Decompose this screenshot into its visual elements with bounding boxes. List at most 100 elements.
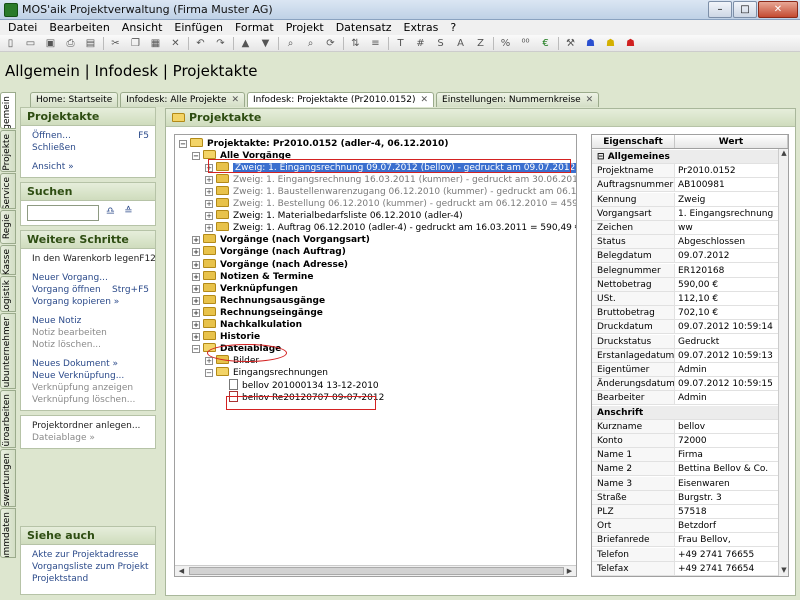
tree-node[interactable]: + Zweig: 1. Bestellung 06.12.2010 (kummer… [205,198,576,210]
scroll-thumb[interactable] [189,567,564,575]
menu-item-8[interactable]: Extras [398,21,445,34]
scroll-left-icon[interactable]: ◀ [176,566,187,576]
property-row[interactable]: Änderungsdatum 09.07.2012 10:59:15 [592,377,778,392]
tree-node[interactable]: − Dateiablage [192,342,281,355]
sidebar-link[interactable]: In den Warenkorb legen F12 [32,253,156,265]
see-also-link[interactable]: Projektstand [32,573,149,585]
0-0-icon[interactable]: ⁰⁰ [518,37,533,50]
tree-node[interactable]: + Zweig: 1. Auftrag 06.12.2010 (adler-4) … [205,222,576,234]
expand-icon[interactable]: + [205,200,213,209]
property-row[interactable]: Kurzname bellov [592,419,778,434]
vtab-subunternehmer[interactable]: Subunternehmer [0,313,16,389]
property-row[interactable]: Erstanlagedatum 09.07.2012 10:59:13 [592,348,778,363]
expand-icon[interactable]: + [192,272,200,281]
property-grid[interactable]: Eigenschaft Wert ⊟ Allgemeines Projektnam… [591,134,789,577]
expand-icon[interactable]: + [205,356,213,365]
z-icon[interactable]: Z [473,37,488,50]
sidebar-link[interactable]: Neues Dokument » [32,358,149,370]
a-icon[interactable]: A [453,37,468,50]
property-row[interactable]: Straße Burgstr. 3 [592,490,778,505]
sidebar-link[interactable]: Öffnen... F5 [32,130,149,142]
property-row[interactable]: Name 1 Firma [592,448,778,463]
cut-icon[interactable]: ✂ [108,37,123,50]
binoculars-icon[interactable]: ♎ [103,206,118,220]
property-row[interactable]: Druckdatum 09.07.2012 10:59:14 [592,320,778,335]
search-icon[interactable]: ⌕ [303,37,318,50]
tab-4[interactable]: Einstellungen: Nummernkreise ✕ [436,92,600,107]
expand-icon[interactable]: + [192,260,200,269]
tree-node[interactable]: + Zweig: 1. Eingangsrechnung 09.07.2012 (… [205,162,576,174]
see-also-link[interactable]: Vorgangsliste zum Projekt [32,561,149,573]
print-icon[interactable]: ⎙ [63,37,78,50]
tab-3[interactable]: Infodesk: Projektakte (Pr2010.0152) ✕ [247,92,435,107]
search-input[interactable] [27,205,99,221]
property-row[interactable]: USt. 112,10 € [592,292,778,306]
expand-icon[interactable]: + [192,236,200,245]
sidebar-link[interactable]: Neuer Vorgang... [32,272,149,284]
tree-node[interactable]: + Historie [192,330,260,343]
tree-horizontal-scrollbar[interactable]: ◀ ▶ [175,565,576,576]
property-row[interactable]: Nettobetrag 590,00 € [592,277,778,292]
vtab-service[interactable]: Service [0,173,16,209]
see-also-link[interactable]: Akte zur Projektadresse [32,549,149,561]
tree-node[interactable]: + Zweig: 1. Baustellenwarenzugang 06.12.2… [205,186,576,198]
expand-icon[interactable]: + [205,212,213,221]
tree-node[interactable]: + Vorgänge (nach Auftrag) [192,246,346,258]
down-icon[interactable]: ▼ [258,37,273,50]
sidebar-link[interactable]: Vorgang öffnen Strg+F5 [32,284,149,296]
close-window-button[interactable]: ✕ [758,1,798,18]
expand-icon[interactable]: + [192,320,200,329]
collapse-icon[interactable]: ⊟ [597,152,608,162]
tab-1[interactable]: Home: Startseite [30,92,119,107]
scroll-up-icon[interactable]: ▲ [779,149,788,159]
user-blue-icon[interactable]: ☗ [583,37,598,50]
property-category[interactable]: Anschrift [592,405,778,420]
expand-icon[interactable]: + [205,176,213,185]
vtab-projekte[interactable]: Projekte [0,130,16,172]
list-icon[interactable]: ≡ [368,37,383,50]
property-row[interactable]: Telefax +49 2741 76654 [592,561,778,576]
collapse-icon[interactable]: − [192,152,200,161]
collapse-icon[interactable]: − [179,140,187,148]
expand-icon[interactable]: + [192,308,200,317]
tab-close-icon[interactable]: ✕ [586,93,594,107]
--icon[interactable]: % [498,37,513,50]
sidebar-link[interactable]: Schließen [32,142,149,154]
collapse-icon[interactable]: − [192,344,200,353]
sidebar-link[interactable]: Vorgang kopieren » [32,296,149,308]
property-row[interactable]: Belegdatum 09.07.2012 [592,249,778,264]
tree-node[interactable]: + Vorgänge (nach Adresse) [192,258,348,271]
paste-icon[interactable]: ▦ [148,37,163,50]
sidebar-link[interactable]: Ansicht » [32,161,149,173]
--icon[interactable]: # [413,37,428,50]
property-row[interactable]: Belegnummer ER120168 [592,263,778,278]
property-row[interactable]: Status Abgeschlossen [592,235,778,250]
property-row[interactable]: Druckstatus Gedruckt [592,334,778,349]
expand-icon[interactable]: + [205,164,213,173]
delete-icon[interactable]: ✕ [168,37,183,50]
property-row[interactable]: Briefanrede Frau Bellov, [592,533,778,548]
open-icon[interactable]: ▭ [23,37,38,50]
maximize-button[interactable]: □ [733,1,757,18]
sidebar-link[interactable]: Neue Verknüpfung... [32,370,149,382]
tree-node[interactable]: + Rechnungseingänge [192,306,323,319]
menu-item-2[interactable]: Bearbeiten [43,21,115,34]
property-category[interactable]: ⊟ Allgemeines [592,150,778,164]
t-icon[interactable]: T [393,37,408,50]
menu-item-1[interactable]: Datei [2,21,43,34]
undo-icon[interactable]: ↶ [193,37,208,50]
tree-node[interactable]: + Vorgänge (nach Vorgangsart) [192,234,370,246]
column-header-eigenschaft[interactable]: Eigenschaft [592,135,675,148]
tree-node[interactable]: + Verknüpfungen [192,282,298,295]
property-row[interactable]: Projektname Pr2010.0152 [592,164,778,179]
column-header-wert[interactable]: Wert [675,135,788,148]
menu-item-6[interactable]: Projekt [280,21,330,34]
user-yellow-icon[interactable]: ☗ [603,37,618,50]
property-row[interactable]: PLZ 57518 [592,505,778,519]
property-row[interactable]: Zeichen ww [592,221,778,235]
property-row[interactable]: Vorgangsart 1. Eingangsrechnung [592,206,778,221]
property-row[interactable]: Ort Betzdorf [592,519,778,534]
property-category[interactable]: Einstellungen [592,576,778,577]
menu-item-4[interactable]: Einfügen [168,21,229,34]
expand-icon[interactable]: + [192,332,200,341]
